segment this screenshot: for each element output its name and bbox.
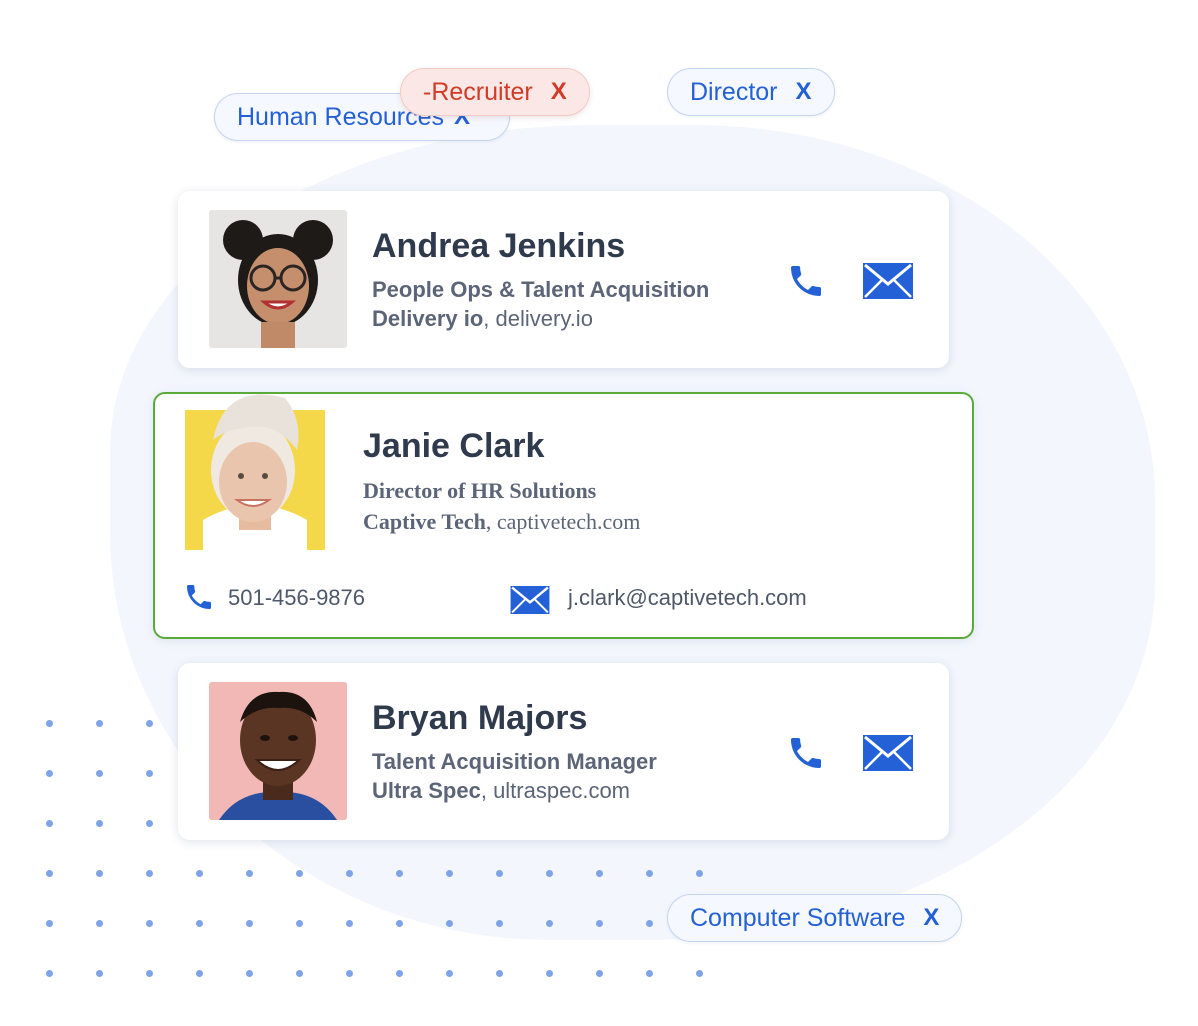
decorative-dot (346, 920, 353, 927)
decorative-dot (696, 870, 703, 877)
decorative-dot (46, 970, 53, 977)
decorative-dot (46, 870, 53, 877)
decorative-dot (46, 770, 53, 777)
filter-chip-recruiter[interactable]: -Recruiter X (400, 68, 590, 116)
phone-icon[interactable] (786, 261, 826, 306)
decorative-dot (546, 870, 553, 877)
decorative-dot (146, 870, 153, 877)
remove-icon[interactable]: X (796, 78, 812, 106)
decorative-dot (596, 970, 603, 977)
decorative-dot (146, 820, 153, 827)
contact-email[interactable]: j.clark@captivetech.com (568, 585, 807, 611)
filter-chip-label: -Recruiter (423, 77, 533, 106)
decorative-dot (596, 920, 603, 927)
contact-company: Ultra Spec, ultraspec.com (372, 778, 631, 803)
contact-company: Delivery io, delivery.io (372, 306, 593, 331)
mail-icon[interactable] (510, 586, 550, 619)
decorative-dot (246, 970, 253, 977)
decorative-dot (96, 720, 103, 727)
decorative-dot (446, 870, 453, 877)
contact-company: Captive Tech, captivetech.com (363, 509, 641, 534)
contact-title: Talent Acquisition Manager (372, 749, 657, 774)
decorative-dot (446, 920, 453, 927)
contact-card-andrea-jenkins[interactable]: Andrea Jenkins People Ops & Talent Acqui… (178, 191, 949, 368)
decorative-dot (496, 870, 503, 877)
decorative-dot (296, 970, 303, 977)
decorative-dot (196, 970, 203, 977)
decorative-dot (396, 920, 403, 927)
decorative-dot (146, 970, 153, 977)
decorative-dot (646, 920, 653, 927)
decorative-dot (46, 920, 53, 927)
decorative-dot (46, 820, 53, 827)
avatar (185, 394, 325, 550)
decorative-dot (496, 920, 503, 927)
filter-chip-computer-software[interactable]: Computer Software X (667, 894, 963, 942)
company-name: Ultra Spec (372, 778, 481, 803)
decorative-dot (446, 970, 453, 977)
decorative-dot (46, 720, 53, 727)
mail-icon[interactable] (863, 735, 913, 776)
company-domain: delivery.io (495, 306, 593, 331)
decorative-dot (396, 870, 403, 877)
phone-icon[interactable] (786, 733, 826, 778)
contact-card-bryan-majors[interactable]: Bryan Majors Talent Acquisition Manager … (178, 663, 949, 840)
decorative-dot (346, 870, 353, 877)
company-domain: captivetech.com (496, 509, 641, 534)
decorative-dot (96, 920, 103, 927)
remove-icon[interactable]: X (923, 904, 939, 932)
decorative-dot (246, 920, 253, 927)
remove-icon[interactable]: X (551, 78, 567, 106)
decorative-dot (296, 870, 303, 877)
decorative-dot (96, 820, 103, 827)
company-name: Captive Tech (363, 509, 486, 534)
decorative-dot (546, 920, 553, 927)
filter-chip-label: Computer Software (690, 903, 906, 932)
decorative-dot (246, 870, 253, 877)
decorative-dot (96, 870, 103, 877)
decorative-dot (96, 770, 103, 777)
decorative-dot (146, 720, 153, 727)
decorative-dot (546, 970, 553, 977)
contact-name: Bryan Majors (372, 699, 588, 737)
decorative-dot (596, 870, 603, 877)
company-domain: ultraspec.com (493, 778, 631, 803)
decorative-dot (646, 970, 653, 977)
decorative-dot (196, 870, 203, 877)
filter-chip-label: Director (690, 77, 778, 106)
contact-title: Director of HR Solutions (363, 478, 597, 503)
avatar (209, 210, 347, 348)
contact-card-janie-clark[interactable]: Janie Clark Director of HR Solutions Cap… (153, 392, 974, 639)
decorative-dot (646, 870, 653, 877)
mail-icon[interactable] (863, 263, 913, 304)
decorative-dot (146, 770, 153, 777)
decorative-dot (346, 970, 353, 977)
contact-title: People Ops & Talent Acquisition (372, 277, 710, 302)
company-name: Delivery io (372, 306, 484, 331)
avatar (209, 682, 347, 820)
decorative-dot (296, 920, 303, 927)
decorative-dot (96, 970, 103, 977)
decorative-dot (496, 970, 503, 977)
decorative-dot (196, 920, 203, 927)
contact-name: Janie Clark (363, 427, 545, 465)
decorative-dot (696, 970, 703, 977)
filter-chip-director[interactable]: Director X (667, 68, 835, 116)
contact-phone[interactable]: 501-456-9876 (228, 585, 365, 611)
decorative-dot (396, 970, 403, 977)
contact-name: Andrea Jenkins (372, 227, 626, 265)
decorative-dot (146, 920, 153, 927)
phone-icon[interactable] (183, 581, 215, 618)
